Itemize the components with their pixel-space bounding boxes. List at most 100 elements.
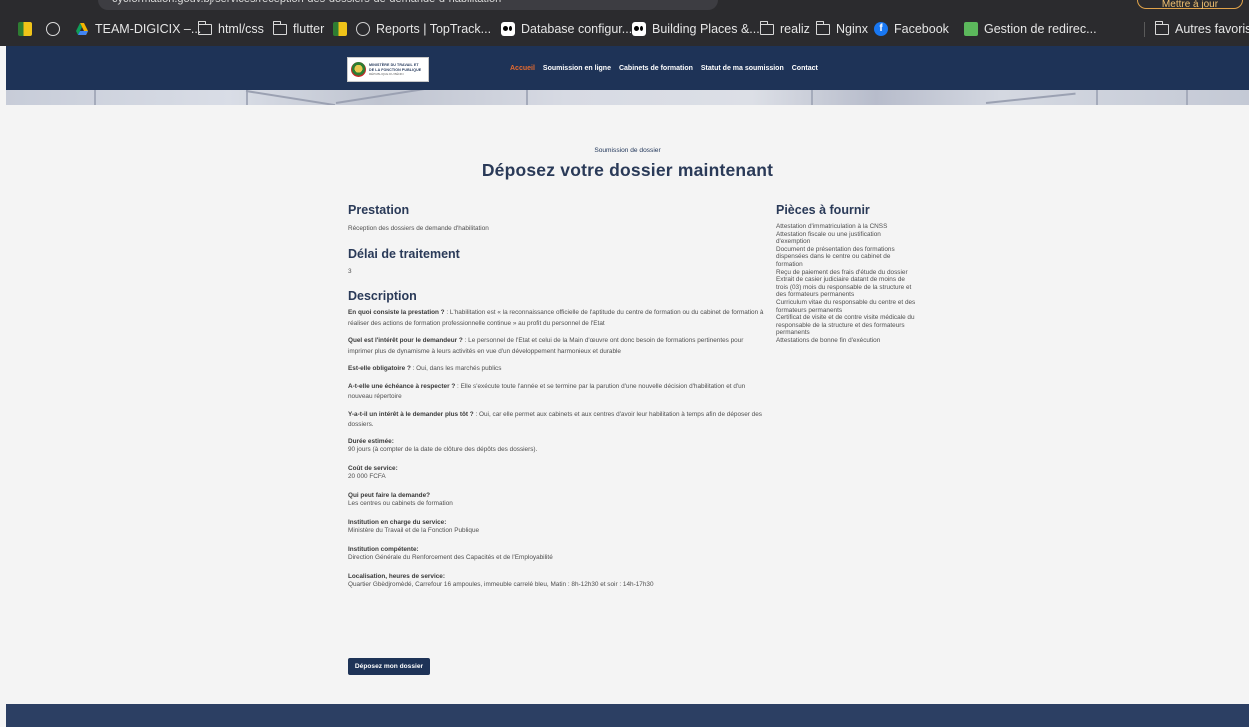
- green-square-icon: [964, 22, 978, 36]
- piece-item: Attestations de bonne fin d'exécution: [776, 336, 881, 344]
- bookmark-item[interactable]: Reports | TopTrack...: [356, 12, 491, 46]
- address-bar[interactable]: cycformation.gouv.bj/services/reception-…: [98, 0, 718, 10]
- coat-of-arms-icon: [351, 62, 366, 77]
- nav-contact[interactable]: Contact: [792, 65, 818, 72]
- bookmark-folder[interactable]: flutter: [272, 12, 325, 46]
- site-header: MINISTÈRE DU TRAVAIL ET DE LA FONCTION P…: [6, 46, 1249, 90]
- bookmark-flag-icon[interactable]: [18, 12, 32, 46]
- piece-item: Attestation fiscale ou une justification…: [776, 230, 881, 246]
- github-icon: [356, 22, 370, 36]
- qa-item: Quel est l'intérêt pour le demandeur ? :…: [348, 336, 768, 357]
- medium-icon: [632, 22, 646, 36]
- pieces-list: Attestation d'immatriculation à la CNSS A…: [776, 223, 916, 345]
- bookmark-item[interactable]: TEAM-DIGICIX –...: [75, 12, 201, 46]
- bookmark-flag-icon-2[interactable]: [333, 12, 347, 46]
- bookmark-label: Facebook: [894, 22, 949, 36]
- bookmark-folder[interactable]: html/css: [197, 12, 264, 46]
- detail-item: Institution en charge du service: Ministè…: [348, 519, 768, 536]
- bookmark-label: Gestion de redirec...: [984, 22, 1097, 36]
- bookmark-label: Building Places &...: [652, 22, 760, 36]
- detail-item: Qui peut faire la demande? Les centres ou…: [348, 492, 768, 509]
- detail-item: Durée estimée: 90 jours (à compter de la …: [348, 438, 768, 455]
- bookmark-globe[interactable]: [46, 12, 60, 46]
- piece-item: Attestation d'immatriculation à la CNSS: [776, 223, 888, 230]
- nav-statut-soumission[interactable]: Statut de ma soumission: [701, 65, 784, 72]
- qa-question: En quoi consiste la prestation ?: [348, 309, 445, 316]
- piece-item: Document de présentation des formations …: [776, 245, 895, 268]
- main-nav: Accueil Soumission en ligne Cabinets de …: [510, 46, 818, 90]
- section-eyebrow: Soumission de dossier: [594, 147, 661, 154]
- bookmark-label: TEAM-DIGICIX –...: [95, 22, 202, 36]
- page-title: Déposez votre dossier maintenant: [481, 160, 774, 180]
- qa-question: Quel est l'intérêt pour le demandeur ?: [348, 337, 463, 344]
- bookmark-label: Autres favoris: [1175, 22, 1249, 36]
- bookmark-label: flutter: [293, 22, 325, 36]
- hero-banner-image: [6, 90, 1249, 105]
- bookmark-label: Nginx: [836, 22, 868, 36]
- medium-icon: [501, 22, 515, 36]
- folder-icon: [815, 20, 830, 35]
- ministry-logo[interactable]: MINISTÈRE DU TRAVAIL ET DE LA FONCTION P…: [347, 57, 429, 82]
- drive-icon: [76, 23, 88, 35]
- bookmarks-divider: [1144, 22, 1145, 37]
- detail-label: Durée estimée:: [348, 437, 394, 445]
- benin-flag-icon: [333, 22, 347, 36]
- piece-item: Reçu de paiement des frais d'étude du do…: [776, 268, 908, 276]
- required-documents: Pièces à fournir Attestation d'immatricu…: [776, 203, 916, 345]
- globe-icon: [46, 22, 60, 36]
- bookmark-folder-other[interactable]: Autres favoris: [1154, 12, 1249, 46]
- detail-value: 90 jours (à compter de la date de clôtur…: [348, 446, 538, 453]
- detail-label: Localisation, heures de service:: [348, 572, 445, 580]
- delai-value: 3: [348, 268, 352, 275]
- site-footer: [6, 704, 1249, 727]
- delai-heading: Délai de traitement: [348, 247, 460, 261]
- folder-icon: [759, 20, 774, 35]
- detail-label: Institution en charge du service:: [348, 518, 447, 526]
- prestation-heading: Prestation: [348, 203, 410, 217]
- bookmarks-bar: TEAM-DIGICIX –... html/css flutter Repor…: [0, 12, 1249, 46]
- nav-soumission-en-ligne[interactable]: Soumission en ligne: [543, 65, 611, 72]
- detail-value: Ministère du Travail et de la Fonction P…: [348, 527, 480, 534]
- qa-answer: : Oui, dans les marchés publics: [410, 365, 502, 372]
- bookmark-folder[interactable]: Nginx: [815, 12, 868, 46]
- browser-toolbar: cycformation.gouv.bj/services/reception-…: [0, 0, 1249, 12]
- submit-dossier-button[interactable]: Déposez mon dossier: [348, 658, 430, 675]
- update-button[interactable]: Mettre à jour: [1137, 0, 1243, 10]
- detail-value: Direction Générale du Renforcement des C…: [348, 554, 553, 561]
- folder-icon: [197, 20, 212, 35]
- folder-icon: [1154, 20, 1169, 35]
- piece-item: Curriculum vitae du responsable du centr…: [776, 298, 916, 314]
- description-heading: Description: [348, 289, 417, 303]
- detail-value: Quartier Gbèdjromèdé, Carrefour 16 ampou…: [348, 581, 654, 588]
- piece-item: Certificat de visite et de contre visite…: [776, 314, 915, 337]
- pieces-heading: Pièces à fournir: [776, 203, 870, 217]
- detail-item: Coût de service: 20 000 FCFA: [348, 465, 768, 482]
- qa-item: Y-a-t-il un intérêt à le demander plus t…: [348, 410, 768, 431]
- detail-item: Institution compétente: Direction Général…: [348, 546, 768, 563]
- bookmark-item[interactable]: Gestion de redirec...: [964, 12, 1097, 46]
- bookmark-label: Reports | TopTrack...: [376, 22, 492, 36]
- facebook-icon: f: [874, 22, 888, 36]
- qa-question: A-t-elle une échéance à respecter ?: [348, 382, 456, 390]
- qa-question: Est-elle obligatoire ?: [348, 365, 411, 372]
- detail-value: Les centres ou cabinets de formation: [348, 500, 453, 507]
- details-list: Durée estimée: 90 jours (à compter de la …: [348, 438, 768, 590]
- bookmark-item[interactable]: Building Places &...: [632, 12, 760, 46]
- service-details: Prestation Réception des dossiers de dem…: [348, 203, 768, 600]
- nav-accueil[interactable]: Accueil: [510, 65, 535, 72]
- qa-item: A-t-elle une échéance à respecter ? : El…: [348, 382, 768, 403]
- bookmark-label: realiz: [780, 22, 810, 36]
- qa-question: Y-a-t-il un intérêt à le demander plus t…: [348, 410, 474, 418]
- detail-value: 20 000 FCFA: [348, 473, 386, 480]
- bookmark-item[interactable]: f Facebook: [874, 12, 949, 46]
- detail-label: Qui peut faire la demande?: [348, 491, 431, 499]
- bookmark-item[interactable]: Database configur...: [501, 12, 632, 46]
- bookmark-folder[interactable]: realiz: [759, 12, 810, 46]
- qa-item: En quoi consiste la prestation ? : L'hab…: [348, 308, 768, 329]
- nav-cabinets-de-formation[interactable]: Cabinets de formation: [619, 65, 693, 72]
- detail-label: Coût de service:: [348, 464, 398, 472]
- bookmark-label: html/css: [218, 22, 264, 36]
- qa-list: En quoi consiste la prestation ? : L'hab…: [348, 308, 768, 431]
- qa-item: Est-elle obligatoire ? : Oui, dans les m…: [348, 364, 768, 375]
- logo-text: MINISTÈRE DU TRAVAIL ET DE LA FONCTION P…: [369, 63, 422, 76]
